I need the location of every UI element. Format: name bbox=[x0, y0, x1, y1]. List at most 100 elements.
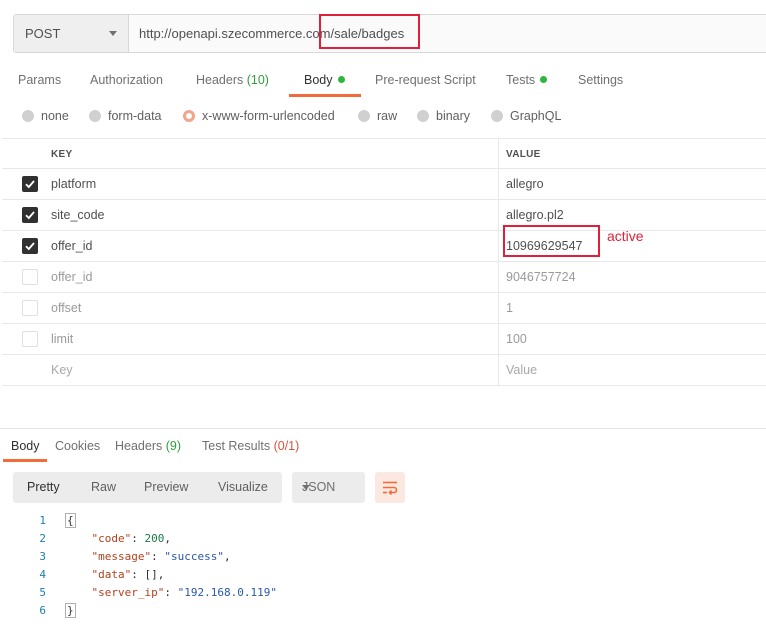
format-select[interactable]: JSON bbox=[292, 472, 365, 503]
json-close-brace: } bbox=[65, 603, 76, 618]
active-response-tab-underline bbox=[3, 459, 47, 462]
row-key[interactable]: offset bbox=[51, 301, 81, 315]
view-visualize-button[interactable]: Visualize bbox=[218, 480, 268, 494]
method-select[interactable]: POST bbox=[14, 15, 129, 52]
row-key[interactable]: limit bbox=[51, 332, 73, 346]
row-value[interactable]: 9046757724 bbox=[506, 270, 576, 284]
tab-tests[interactable]: Tests bbox=[506, 73, 548, 87]
view-raw-button[interactable]: Raw bbox=[91, 480, 116, 494]
table-row: platform allegro bbox=[2, 169, 766, 200]
headers-count: (10) bbox=[246, 73, 269, 87]
checkbox-unchecked-icon[interactable] bbox=[22, 300, 38, 316]
checkbox-unchecked-icon[interactable] bbox=[22, 269, 38, 285]
table-row: offer_id 10969629547 bbox=[2, 231, 766, 262]
json-open-brace: { bbox=[65, 513, 76, 528]
radio-binary[interactable]: binary bbox=[417, 109, 470, 123]
view-pretty-button[interactable]: Pretty bbox=[27, 480, 60, 494]
offer-id-highlight-box bbox=[503, 225, 600, 257]
radio-x-www-form-urlencoded[interactable]: x-www-form-urlencoded bbox=[183, 109, 335, 123]
code-line: 1 { bbox=[0, 512, 766, 530]
json-value: "success" bbox=[164, 550, 224, 563]
row-value[interactable]: 1 bbox=[506, 301, 513, 315]
radio-form-data[interactable]: form-data bbox=[89, 109, 162, 123]
table-row: limit 100 bbox=[2, 324, 766, 355]
radio-circle-icon bbox=[417, 110, 429, 122]
line-number: 3 bbox=[39, 550, 46, 563]
request-tabs: Params Authorization Headers (10) Body P… bbox=[0, 66, 766, 98]
radio-circle-icon bbox=[358, 110, 370, 122]
code-line: 5 "server_ip": "192.168.0.119" bbox=[0, 584, 766, 602]
body-status-dot-icon bbox=[337, 76, 345, 83]
chevron-down-icon bbox=[109, 31, 117, 36]
row-value[interactable]: allegro.pl2 bbox=[506, 208, 564, 222]
checkbox-checked-icon[interactable] bbox=[22, 207, 38, 223]
radio-selected-icon bbox=[183, 110, 195, 122]
tab-headers[interactable]: Headers (10) bbox=[196, 73, 269, 87]
json-value: 200 bbox=[144, 532, 165, 545]
active-tab-underline bbox=[289, 94, 361, 97]
row-key[interactable]: site_code bbox=[51, 208, 105, 222]
row-value[interactable]: allegro bbox=[506, 177, 544, 191]
method-label: POST bbox=[25, 26, 61, 41]
wrap-lines-button[interactable] bbox=[375, 472, 405, 503]
line-number: 6 bbox=[39, 604, 46, 617]
row-key[interactable]: platform bbox=[51, 177, 96, 191]
radio-circle-icon bbox=[22, 110, 34, 122]
json-key: "code" bbox=[91, 532, 132, 545]
row-value[interactable]: 100 bbox=[506, 332, 527, 346]
json-value: "192.168.0.119" bbox=[177, 586, 277, 599]
response-tab-test-results[interactable]: Test Results (0/1) bbox=[202, 439, 299, 453]
radio-none[interactable]: none bbox=[22, 109, 69, 123]
line-number: 5 bbox=[39, 586, 46, 599]
checkbox-unchecked-icon[interactable] bbox=[22, 331, 38, 347]
code-line: 6 } bbox=[0, 602, 766, 620]
json-key: "server_ip" bbox=[91, 586, 165, 599]
table-header: KEY VALUE bbox=[2, 138, 766, 169]
json-value: [] bbox=[144, 568, 158, 581]
response-tab-cookies[interactable]: Cookies bbox=[55, 439, 100, 453]
url-highlight-box bbox=[319, 14, 420, 49]
checkbox-checked-icon[interactable] bbox=[22, 238, 38, 254]
tab-body[interactable]: Body bbox=[304, 73, 345, 87]
test-results-count: (0/1) bbox=[273, 439, 300, 453]
tests-status-dot-icon bbox=[540, 76, 548, 83]
radio-circle-icon bbox=[89, 110, 101, 122]
section-divider bbox=[0, 428, 766, 429]
row-key[interactable]: offer_id bbox=[51, 239, 92, 253]
new-value-input[interactable]: Value bbox=[506, 363, 537, 377]
response-tab-headers[interactable]: Headers (9) bbox=[115, 439, 181, 453]
json-key: "data" bbox=[91, 568, 132, 581]
response-code-view: 1 { 2 "code": 200, 3 "message": "success… bbox=[0, 512, 766, 620]
new-key-input[interactable]: Key bbox=[51, 363, 73, 377]
response-tabs: Body Cookies Headers (9) Test Results (0… bbox=[0, 432, 766, 462]
view-mode-bar: Pretty Raw Preview Visualize bbox=[13, 472, 282, 503]
tab-authorization[interactable]: Authorization bbox=[90, 73, 163, 87]
checkbox-checked-icon[interactable] bbox=[22, 176, 38, 192]
radio-graphql[interactable]: GraphQL bbox=[491, 109, 561, 123]
line-number: 2 bbox=[39, 532, 46, 545]
table-row: offset 1 bbox=[2, 293, 766, 324]
line-number: 4 bbox=[39, 568, 46, 581]
new-row: Key Value bbox=[2, 355, 766, 386]
key-column-header: KEY bbox=[51, 149, 73, 160]
line-number: 1 bbox=[39, 514, 46, 527]
chevron-down-icon bbox=[302, 485, 310, 490]
radio-circle-icon bbox=[491, 110, 503, 122]
value-column-header: VALUE bbox=[506, 149, 541, 160]
tab-pre-request-script[interactable]: Pre-request Script bbox=[375, 73, 476, 87]
body-type-selector: none form-data x-www-form-urlencoded raw… bbox=[0, 108, 766, 128]
view-preview-button[interactable]: Preview bbox=[144, 480, 188, 494]
table-row: site_code allegro.pl2 bbox=[2, 200, 766, 231]
url-input[interactable]: http://openapi.szecommerce.com/sale/badg… bbox=[129, 15, 766, 52]
wrap-lines-icon bbox=[383, 481, 398, 495]
radio-raw[interactable]: raw bbox=[358, 109, 397, 123]
code-line: 4 "data": [], bbox=[0, 566, 766, 584]
code-line: 2 "code": 200, bbox=[0, 530, 766, 548]
tab-settings[interactable]: Settings bbox=[578, 73, 623, 87]
json-key: "message" bbox=[91, 550, 152, 563]
tab-params[interactable]: Params bbox=[18, 73, 61, 87]
table-row: offer_id 9046757724 bbox=[2, 262, 766, 293]
response-tab-body[interactable]: Body bbox=[11, 439, 40, 453]
response-headers-count: (9) bbox=[165, 439, 182, 453]
row-key[interactable]: offer_id bbox=[51, 270, 92, 284]
